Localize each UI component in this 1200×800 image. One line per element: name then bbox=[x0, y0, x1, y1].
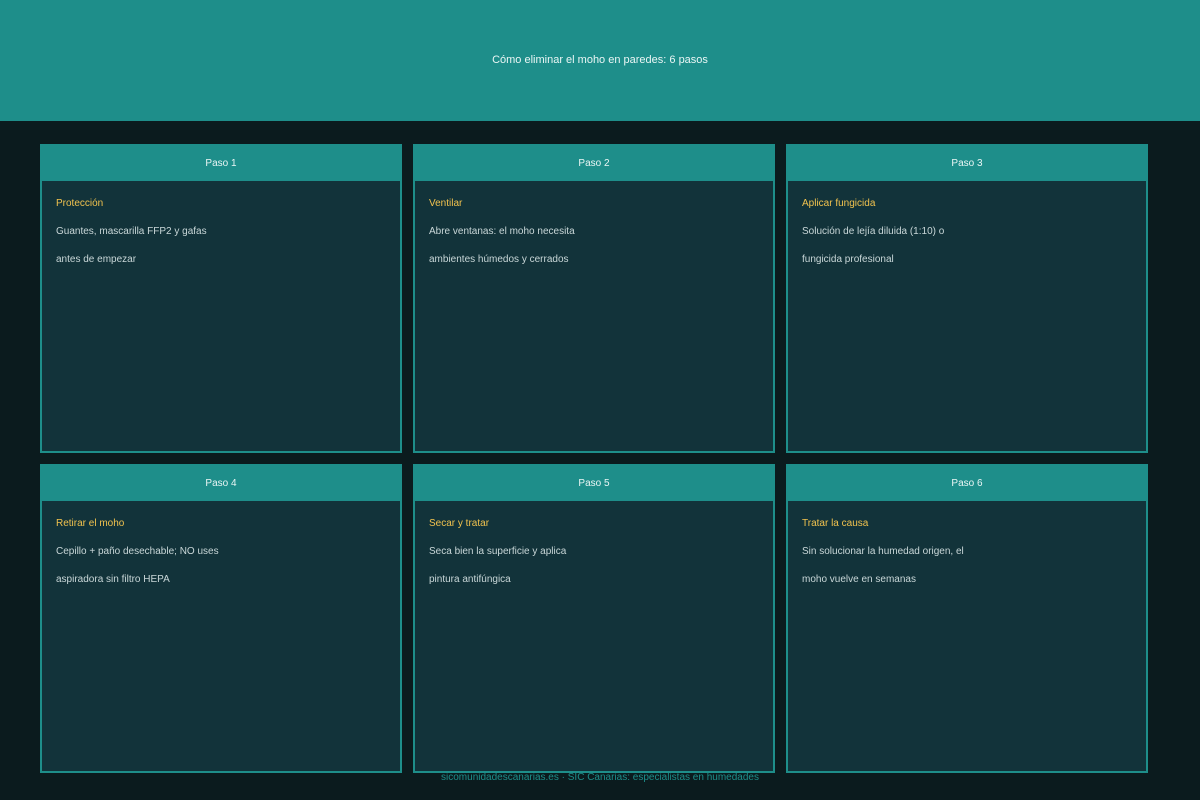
step-text-line: Sin solucionar la humedad origen, el bbox=[802, 546, 964, 557]
step-card-1: Paso 1 Protección Guantes, mascarilla FF… bbox=[40, 144, 402, 453]
step-text-line: pintura antifúngica bbox=[429, 574, 511, 585]
step-text-line: Seca bien la superficie y aplica bbox=[429, 546, 567, 557]
step-label: Paso 3 bbox=[788, 146, 1146, 181]
step-title: Protección bbox=[56, 198, 104, 209]
step-card-2: Paso 2 Ventilar Abre ventanas: el moho n… bbox=[413, 144, 775, 453]
step-title: Retirar el moho bbox=[56, 518, 125, 529]
page-title: Cómo eliminar el moho en paredes: 6 paso… bbox=[492, 53, 708, 66]
step-text-line: antes de empezar bbox=[56, 254, 137, 265]
step-title: Tratar la causa bbox=[802, 518, 869, 529]
step-text-line: fungicida profesional bbox=[802, 254, 894, 265]
step-label: Paso 4 bbox=[42, 466, 400, 501]
header-banner: Cómo eliminar el moho en paredes: 6 paso… bbox=[0, 0, 1200, 121]
step-label: Paso 6 bbox=[788, 466, 1146, 501]
step-body: Tratar la causa Sin solucionar la humeda… bbox=[788, 501, 1146, 601]
step-text-line: ambientes húmedos y cerrados bbox=[429, 254, 569, 265]
step-label: Paso 2 bbox=[415, 146, 773, 181]
step-card-3: Paso 3 Aplicar fungicida Solución de lej… bbox=[786, 144, 1148, 453]
step-label: Paso 5 bbox=[415, 466, 773, 501]
step-label: Paso 1 bbox=[42, 146, 400, 181]
step-body: Retirar el moho Cepillo + paño desechabl… bbox=[42, 501, 400, 601]
step-text-line: Cepillo + paño desechable; NO uses bbox=[56, 546, 219, 557]
step-text-line: aspiradora sin filtro HEPA bbox=[56, 574, 170, 585]
step-card-4: Paso 4 Retirar el moho Cepillo + paño de… bbox=[40, 464, 402, 773]
steps-grid: Paso 1 Protección Guantes, mascarilla FF… bbox=[40, 144, 1148, 773]
step-body: Secar y tratar Seca bien la superficie y… bbox=[415, 501, 773, 601]
step-title: Aplicar fungicida bbox=[802, 198, 876, 209]
step-title: Ventilar bbox=[429, 198, 463, 209]
step-title: Secar y tratar bbox=[429, 518, 490, 529]
footer-credit: sicomunidadescanarias.es · SIC Canarias:… bbox=[441, 772, 759, 783]
step-card-6: Paso 6 Tratar la causa Sin solucionar la… bbox=[786, 464, 1148, 773]
step-body: Ventilar Abre ventanas: el moho necesita… bbox=[415, 181, 773, 281]
step-body: Aplicar fungicida Solución de lejía dilu… bbox=[788, 181, 1146, 281]
step-text-line: Solución de lejía diluida (1:10) o bbox=[802, 226, 945, 237]
step-body: Protección Guantes, mascarilla FFP2 y ga… bbox=[42, 181, 400, 281]
step-card-5: Paso 5 Secar y tratar Seca bien la super… bbox=[413, 464, 775, 773]
step-text-line: Guantes, mascarilla FFP2 y gafas bbox=[56, 226, 207, 237]
step-text-line: moho vuelve en semanas bbox=[802, 574, 916, 585]
step-text-line: Abre ventanas: el moho necesita bbox=[429, 226, 575, 237]
